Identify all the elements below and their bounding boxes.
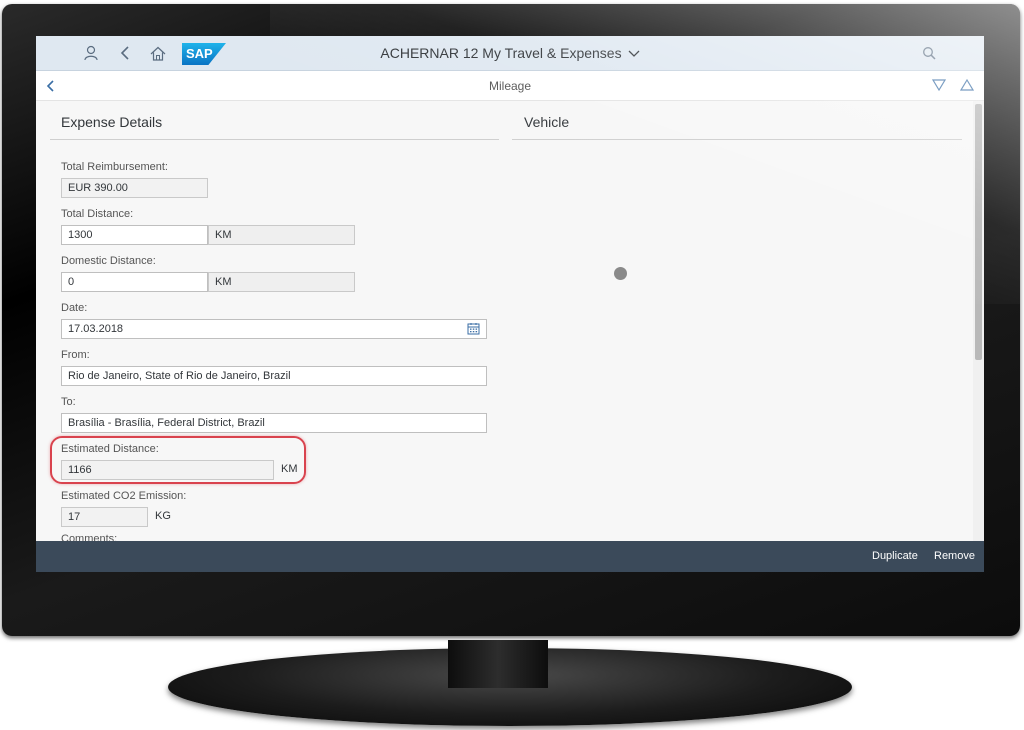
- app-screen: SAP ACHERNAR 12 My Travel & Expenses Mil…: [36, 36, 984, 572]
- domestic-distance-unit: KM: [208, 272, 355, 292]
- estimated-co2-field: 17: [61, 507, 148, 527]
- triangle-up-icon[interactable]: [959, 78, 976, 94]
- to-input[interactable]: Brasília - Brasília, Federal District, B…: [61, 413, 487, 433]
- triangle-down-icon[interactable]: [931, 78, 948, 94]
- total-distance-input[interactable]: 1300: [61, 225, 208, 245]
- total-distance-unit: KM: [208, 225, 355, 245]
- expense-details-heading: Expense Details: [61, 114, 163, 130]
- shell-bar: SAP ACHERNAR 12 My Travel & Expenses: [36, 36, 984, 71]
- search-icon[interactable]: [920, 44, 938, 62]
- estimated-distance-highlight: [50, 436, 306, 484]
- app-title[interactable]: ACHERNAR 12 My Travel & Expenses: [36, 45, 984, 61]
- monitor-stand-neck: [448, 640, 548, 688]
- total-reimbursement-label: Total Reimbursement:: [61, 161, 168, 173]
- next-field-label: Comments:: [61, 533, 118, 541]
- busy-indicator-icon: [614, 267, 627, 280]
- calendar-icon[interactable]: [467, 322, 481, 336]
- date-label: Date:: [61, 302, 88, 314]
- scrollbar-thumb[interactable]: [975, 104, 982, 360]
- domestic-distance-label: Domestic Distance:: [61, 255, 156, 267]
- duplicate-button[interactable]: Duplicate: [872, 550, 918, 562]
- to-label: To:: [61, 396, 76, 408]
- estimated-co2-unit: KG: [155, 510, 171, 522]
- estimated-co2-label: Estimated CO2 Emission:: [61, 490, 187, 502]
- from-input[interactable]: Rio de Janeiro, State of Rio de Janeiro,…: [61, 366, 487, 386]
- chevron-down-icon: [628, 45, 640, 61]
- expense-details-divider: [50, 139, 499, 140]
- vehicle-heading: Vehicle: [524, 114, 570, 130]
- from-label: From:: [61, 349, 90, 361]
- footer-toolbar: Duplicate Remove: [36, 541, 984, 572]
- app-title-text: ACHERNAR 12 My Travel & Expenses: [380, 45, 622, 61]
- date-input[interactable]: 17.03.2018: [61, 319, 487, 339]
- vehicle-divider: [512, 139, 962, 140]
- domestic-distance-input[interactable]: 0: [61, 272, 208, 292]
- total-reimbursement-field: EUR 390.00: [61, 178, 208, 198]
- remove-button[interactable]: Remove: [934, 550, 975, 562]
- total-distance-label: Total Distance:: [61, 208, 134, 220]
- page-subheader: Mileage: [36, 71, 984, 101]
- page-title: Mileage: [488, 79, 532, 93]
